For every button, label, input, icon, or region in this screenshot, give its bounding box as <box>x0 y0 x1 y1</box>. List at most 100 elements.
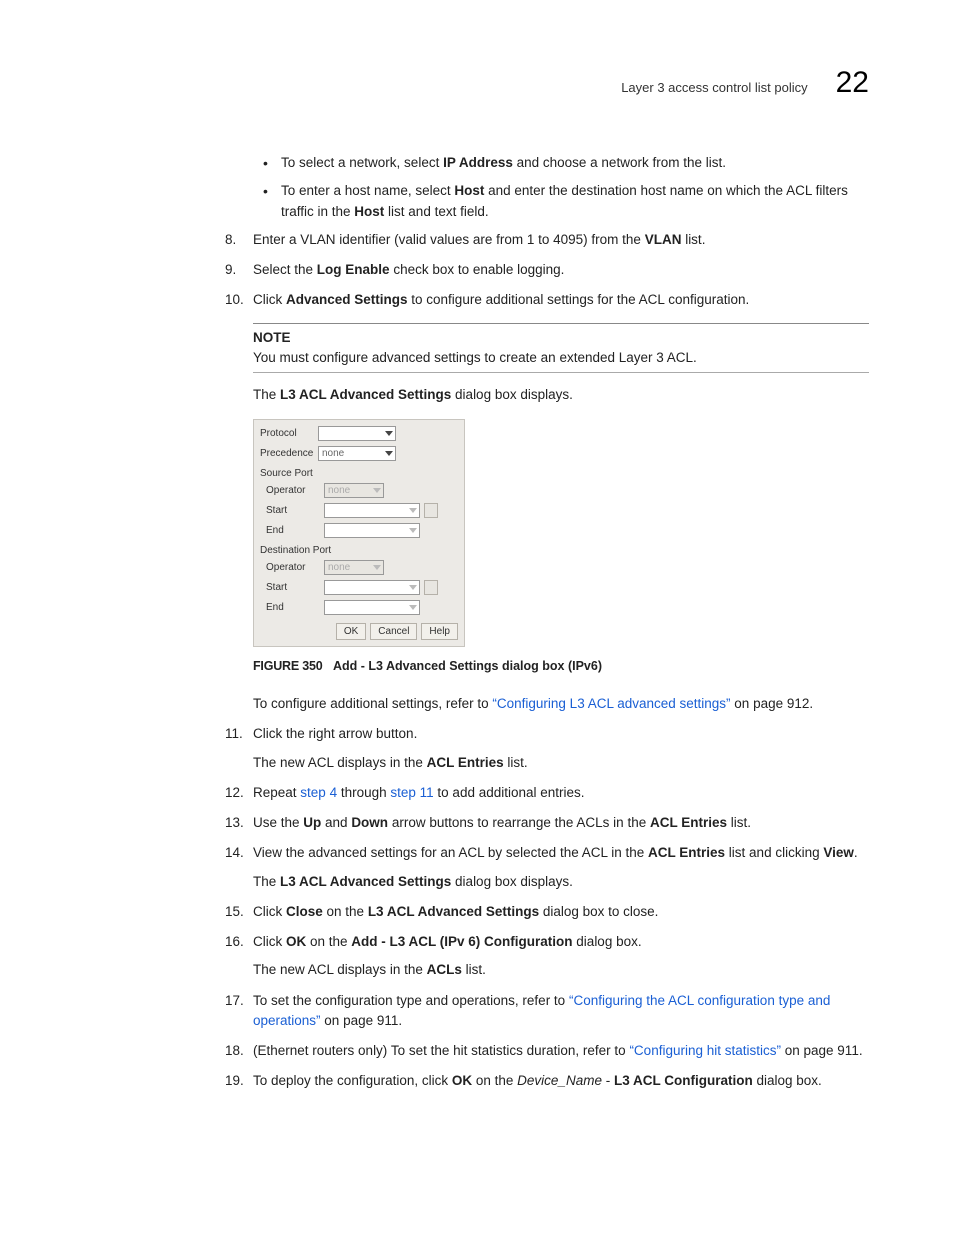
paragraph: To configure additional settings, refer … <box>253 694 869 714</box>
cross-ref-link[interactable]: step 4 <box>300 785 337 800</box>
cross-ref-link[interactable]: “Configuring L3 ACL advanced settings” <box>492 696 730 711</box>
text-bold: IP Address <box>443 155 513 170</box>
step-number: 9. <box>225 260 249 280</box>
cross-ref-link[interactable]: step 11 <box>390 785 433 800</box>
dest-port-section: Destination Port <box>260 543 458 558</box>
step-18: 18. (Ethernet routers only) To set the h… <box>225 1041 869 1061</box>
text: - <box>602 1073 614 1088</box>
text: on the <box>306 934 351 949</box>
chevron-down-icon <box>409 605 417 610</box>
step-number: 16. <box>225 932 249 952</box>
end-label: End <box>260 523 324 538</box>
step-16: 16. Click OK on the Add - L3 ACL (IPv 6)… <box>225 932 869 981</box>
text: To configure additional settings, refer … <box>253 696 492 711</box>
text: Use the <box>253 815 303 830</box>
chevron-down-icon <box>409 528 417 533</box>
step-number: 8. <box>225 230 249 250</box>
step-9: 9. Select the Log Enable check box to en… <box>225 260 869 280</box>
figure-title: Add - L3 Advanced Settings dialog box (I… <box>333 659 602 673</box>
protocol-combo[interactable] <box>318 426 396 441</box>
text-bold: View <box>823 845 854 860</box>
source-start-aux-button[interactable] <box>424 503 438 518</box>
text: (Ethernet routers only) To set the hit s… <box>253 1043 629 1058</box>
dest-start-combo[interactable] <box>324 580 420 595</box>
text-bold: L3 ACL Configuration <box>614 1073 753 1088</box>
cross-ref-link[interactable]: “Configuring hit statistics” <box>629 1043 781 1058</box>
text: list. <box>727 815 751 830</box>
source-operator-combo[interactable]: none <box>324 483 384 498</box>
text: list. <box>681 232 705 247</box>
step-12: 12. Repeat step 4 through step 11 to add… <box>225 783 869 803</box>
bullet-item: To enter a host name, select Host and en… <box>263 181 869 222</box>
chevron-down-icon <box>373 488 381 493</box>
text: The <box>253 387 280 402</box>
step-10: 10. Click Advanced Settings to configure… <box>225 290 869 714</box>
text-bold: L3 ACL Advanced Settings <box>280 874 451 889</box>
step-13: 13. Use the Up and Down arrow buttons to… <box>225 813 869 833</box>
note-block: NOTE You must configure advanced setting… <box>253 323 869 374</box>
help-button[interactable]: Help <box>421 623 458 640</box>
text-bold: Close <box>286 904 323 919</box>
text: on page 912. <box>731 696 814 711</box>
text: Select the <box>253 262 317 277</box>
dest-end-combo[interactable] <box>324 600 420 615</box>
step-number: 11. <box>225 724 249 744</box>
note-title: NOTE <box>253 328 869 348</box>
start-label: Start <box>260 503 324 518</box>
running-header: Layer 3 access control list policy 22 <box>85 60 869 105</box>
step-15: 15. Click Close on the L3 ACL Advanced S… <box>225 902 869 922</box>
text: dialog box to close. <box>539 904 658 919</box>
protocol-label: Protocol <box>260 426 318 441</box>
source-start-combo[interactable] <box>324 503 420 518</box>
l3-advanced-settings-dialog: Protocol Precedence none Source Port Ope… <box>253 419 465 647</box>
text-bold: ACL Entries <box>650 815 727 830</box>
text: dialog box. <box>753 1073 822 1088</box>
step-number: 12. <box>225 783 249 803</box>
text: and <box>321 815 351 830</box>
header-title: Layer 3 access control list policy <box>621 78 807 98</box>
text-bold: OK <box>452 1073 472 1088</box>
precedence-label: Precedence <box>260 446 318 461</box>
text: To deploy the configuration, click <box>253 1073 452 1088</box>
text: on the <box>472 1073 517 1088</box>
combo-value: none <box>322 446 344 461</box>
bullet-item: To select a network, select IP Address a… <box>263 153 869 173</box>
step-number: 14. <box>225 843 249 863</box>
text-bold: Advanced Settings <box>286 292 408 307</box>
step-19: 19. To deploy the configuration, click O… <box>225 1071 869 1091</box>
step-number: 18. <box>225 1041 249 1061</box>
ok-button[interactable]: OK <box>336 623 366 640</box>
chevron-down-icon <box>409 585 417 590</box>
text-bold: Up <box>303 815 321 830</box>
step-number: 10. <box>225 290 249 310</box>
start-label: Start <box>260 580 324 595</box>
precedence-combo[interactable]: none <box>318 446 396 461</box>
dest-start-aux-button[interactable] <box>424 580 438 595</box>
text: list and text field. <box>384 204 488 219</box>
text-bold: Down <box>351 815 388 830</box>
text: To select a network, select <box>281 155 443 170</box>
note-body: You must configure advanced settings to … <box>253 348 869 368</box>
text: . <box>854 845 858 860</box>
text: Click <box>253 292 286 307</box>
text: Enter a VLAN identifier (valid values ar… <box>253 232 645 247</box>
combo-value: none <box>328 560 350 575</box>
text-bold: Log Enable <box>317 262 390 277</box>
text: Repeat <box>253 785 300 800</box>
text: dialog box. <box>573 934 642 949</box>
cancel-button[interactable]: Cancel <box>370 623 417 640</box>
text: on page 911. <box>781 1043 863 1058</box>
text-bold: Add - L3 ACL (IPv 6) Configuration <box>351 934 572 949</box>
text-bold: ACLs <box>427 962 462 977</box>
step-17: 17. To set the configuration type and op… <box>225 991 869 1032</box>
step-number: 17. <box>225 991 249 1011</box>
text-bold: L3 ACL Advanced Settings <box>368 904 539 919</box>
step-number: 15. <box>225 902 249 922</box>
chevron-down-icon <box>409 508 417 513</box>
source-end-combo[interactable] <box>324 523 420 538</box>
dest-operator-combo[interactable]: none <box>324 560 384 575</box>
text: The <box>253 874 280 889</box>
text: list and clicking <box>725 845 823 860</box>
text-bold: Host <box>454 183 484 198</box>
text-bold: Host <box>354 204 384 219</box>
